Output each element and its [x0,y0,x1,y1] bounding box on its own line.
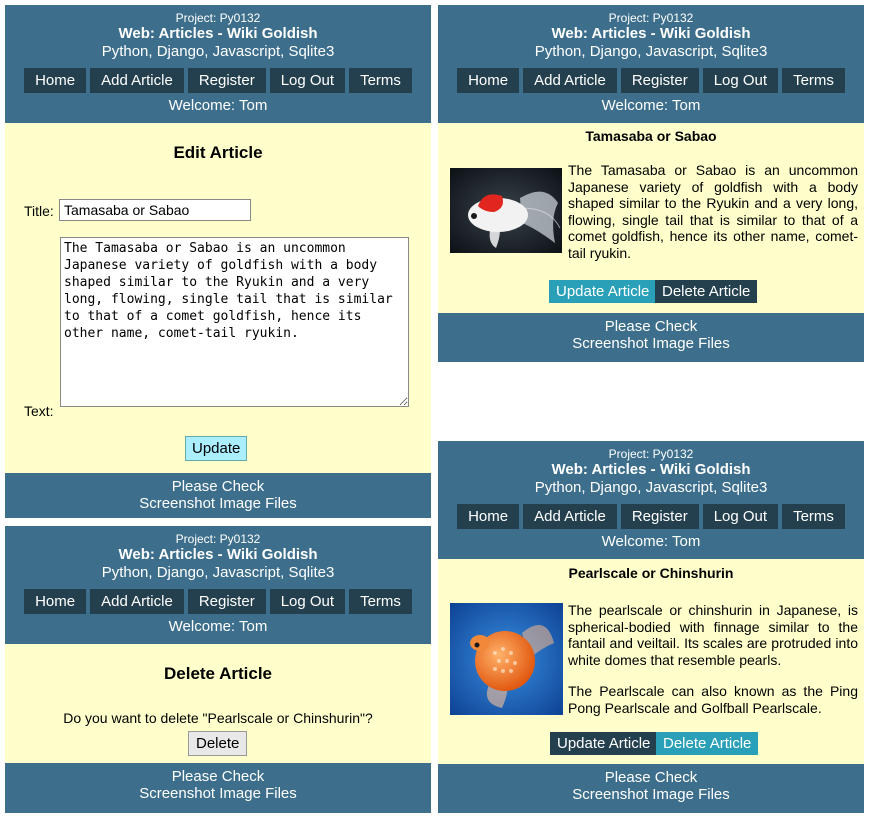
nav-register[interactable]: Register [620,68,699,93]
footer-line-1: Please Check [604,769,698,786]
edit-article-panel: Project: Py0132 Web: Articles - Wiki Gol… [5,5,431,518]
delete-article-button[interactable]: Delete Article [655,280,758,303]
update-button[interactable]: Update [185,436,248,461]
nav-bar: Home Add Article Register Log Out Terms [5,589,431,614]
article-content: Pearlscale or Chinshurin The pearlscale … [438,559,864,764]
article-paragraph: The Pearlscale can also known as the Pin… [568,683,858,716]
nav-home[interactable]: Home [457,504,520,529]
update-article-button[interactable]: Update Article [550,732,658,755]
site-header: Project: Py0132 Web: Articles - Wiki Gol… [438,441,864,559]
project-label: Project: Py0132 [175,532,261,546]
nav-log-out[interactable]: Log Out [269,589,346,614]
edit-form: Edit Article Title: The Tamasaba or Saba… [5,123,431,473]
text-label: Text: [24,403,54,419]
site-header: Project: Py0132 Web: Articles - Wiki Gol… [5,5,431,123]
nav-bar: Home Add Article Register Log Out Terms [5,68,431,93]
nav-terms[interactable]: Terms [349,589,412,614]
goldfish-image [450,603,563,715]
footer-line-2: Screenshot Image Files [572,335,730,352]
tech-stack: Python, Django, Javascript, Sqlite3 [534,43,768,60]
nav-add-article[interactable]: Add Article [90,68,184,93]
footer-line-1: Please Check [171,478,265,495]
delete-confirm: Delete Article Do you want to delete "Pe… [5,644,431,763]
welcome-text: Welcome: Tom [601,97,701,114]
footer-line-1: Please Check [171,768,265,785]
article-paragraph: The Tamasaba or Sabao is an uncommon Jap… [568,162,858,261]
article-view-panel-2: Project: Py0132 Web: Articles - Wiki Gol… [438,441,864,813]
site-title: Web: Articles - Wiki Goldish [118,25,318,42]
footer: Please Check Screenshot Image Files [5,473,431,518]
footer: Please Check Screenshot Image Files [438,313,864,362]
tech-stack: Python, Django, Javascript, Sqlite3 [101,43,335,60]
site-title: Web: Articles - Wiki Goldish [551,25,751,42]
project-label: Project: Py0132 [608,447,694,461]
article-text: The Tamasaba or Sabao is an uncommon Jap… [568,162,858,261]
article-title: Pearlscale or Chinshurin [568,565,734,581]
delete-question: Do you want to delete "Pearlscale or Chi… [63,710,373,726]
article-title: Tamasaba or Sabao [585,128,717,144]
site-title: Web: Articles - Wiki Goldish [551,461,751,478]
article-paragraph: The pearlscale or chinshurin in Japanese… [568,602,858,668]
title-label: Title: [24,203,54,219]
nav-register[interactable]: Register [620,504,699,529]
footer-line-2: Screenshot Image Files [572,786,730,803]
title-input[interactable] [59,199,251,221]
update-article-button[interactable]: Update Article [549,280,657,303]
delete-article-panel: Project: Py0132 Web: Articles - Wiki Gol… [5,526,431,813]
nav-home[interactable]: Home [24,68,87,93]
nav-bar: Home Add Article Register Log Out Terms [438,504,864,529]
text-area[interactable]: The Tamasaba or Sabao is an uncommon Jap… [60,237,409,407]
page-title: Delete Article [163,664,273,683]
welcome-text: Welcome: Tom [601,533,701,550]
nav-add-article[interactable]: Add Article [523,504,617,529]
footer: Please Check Screenshot Image Files [5,763,431,813]
article-text: The pearlscale or chinshurin in Japanese… [568,602,858,716]
tech-stack: Python, Django, Javascript, Sqlite3 [101,564,335,581]
footer-line-2: Screenshot Image Files [139,495,297,512]
nav-terms[interactable]: Terms [349,68,412,93]
nav-home[interactable]: Home [24,589,87,614]
article-content: Tamasaba or Sabao The Tamasaba or Sabao … [438,123,864,313]
footer-line-2: Screenshot Image Files [139,785,297,802]
nav-terms[interactable]: Terms [782,68,845,93]
article-view-panel-1: Project: Py0132 Web: Articles - Wiki Gol… [438,5,864,362]
site-header: Project: Py0132 Web: Articles - Wiki Gol… [5,526,431,644]
delete-button[interactable]: Delete [188,731,248,756]
nav-register[interactable]: Register [187,68,266,93]
site-title: Web: Articles - Wiki Goldish [118,546,318,563]
nav-bar: Home Add Article Register Log Out Terms [438,68,864,93]
nav-home[interactable]: Home [457,68,520,93]
nav-add-article[interactable]: Add Article [523,68,617,93]
footer-line-1: Please Check [604,318,698,335]
nav-log-out[interactable]: Log Out [269,68,346,93]
tech-stack: Python, Django, Javascript, Sqlite3 [534,479,768,496]
project-label: Project: Py0132 [175,11,261,25]
nav-log-out[interactable]: Log Out [702,504,779,529]
nav-log-out[interactable]: Log Out [702,68,779,93]
delete-article-button[interactable]: Delete Article [656,732,759,755]
nav-add-article[interactable]: Add Article [90,589,184,614]
nav-register[interactable]: Register [187,589,266,614]
project-label: Project: Py0132 [608,11,694,25]
goldfish-image [450,168,562,253]
page-title: Edit Article [173,143,263,162]
nav-terms[interactable]: Terms [782,504,845,529]
welcome-text: Welcome: Tom [168,97,268,114]
footer: Please Check Screenshot Image Files [438,764,864,813]
site-header: Project: Py0132 Web: Articles - Wiki Gol… [438,5,864,123]
welcome-text: Welcome: Tom [168,618,268,635]
